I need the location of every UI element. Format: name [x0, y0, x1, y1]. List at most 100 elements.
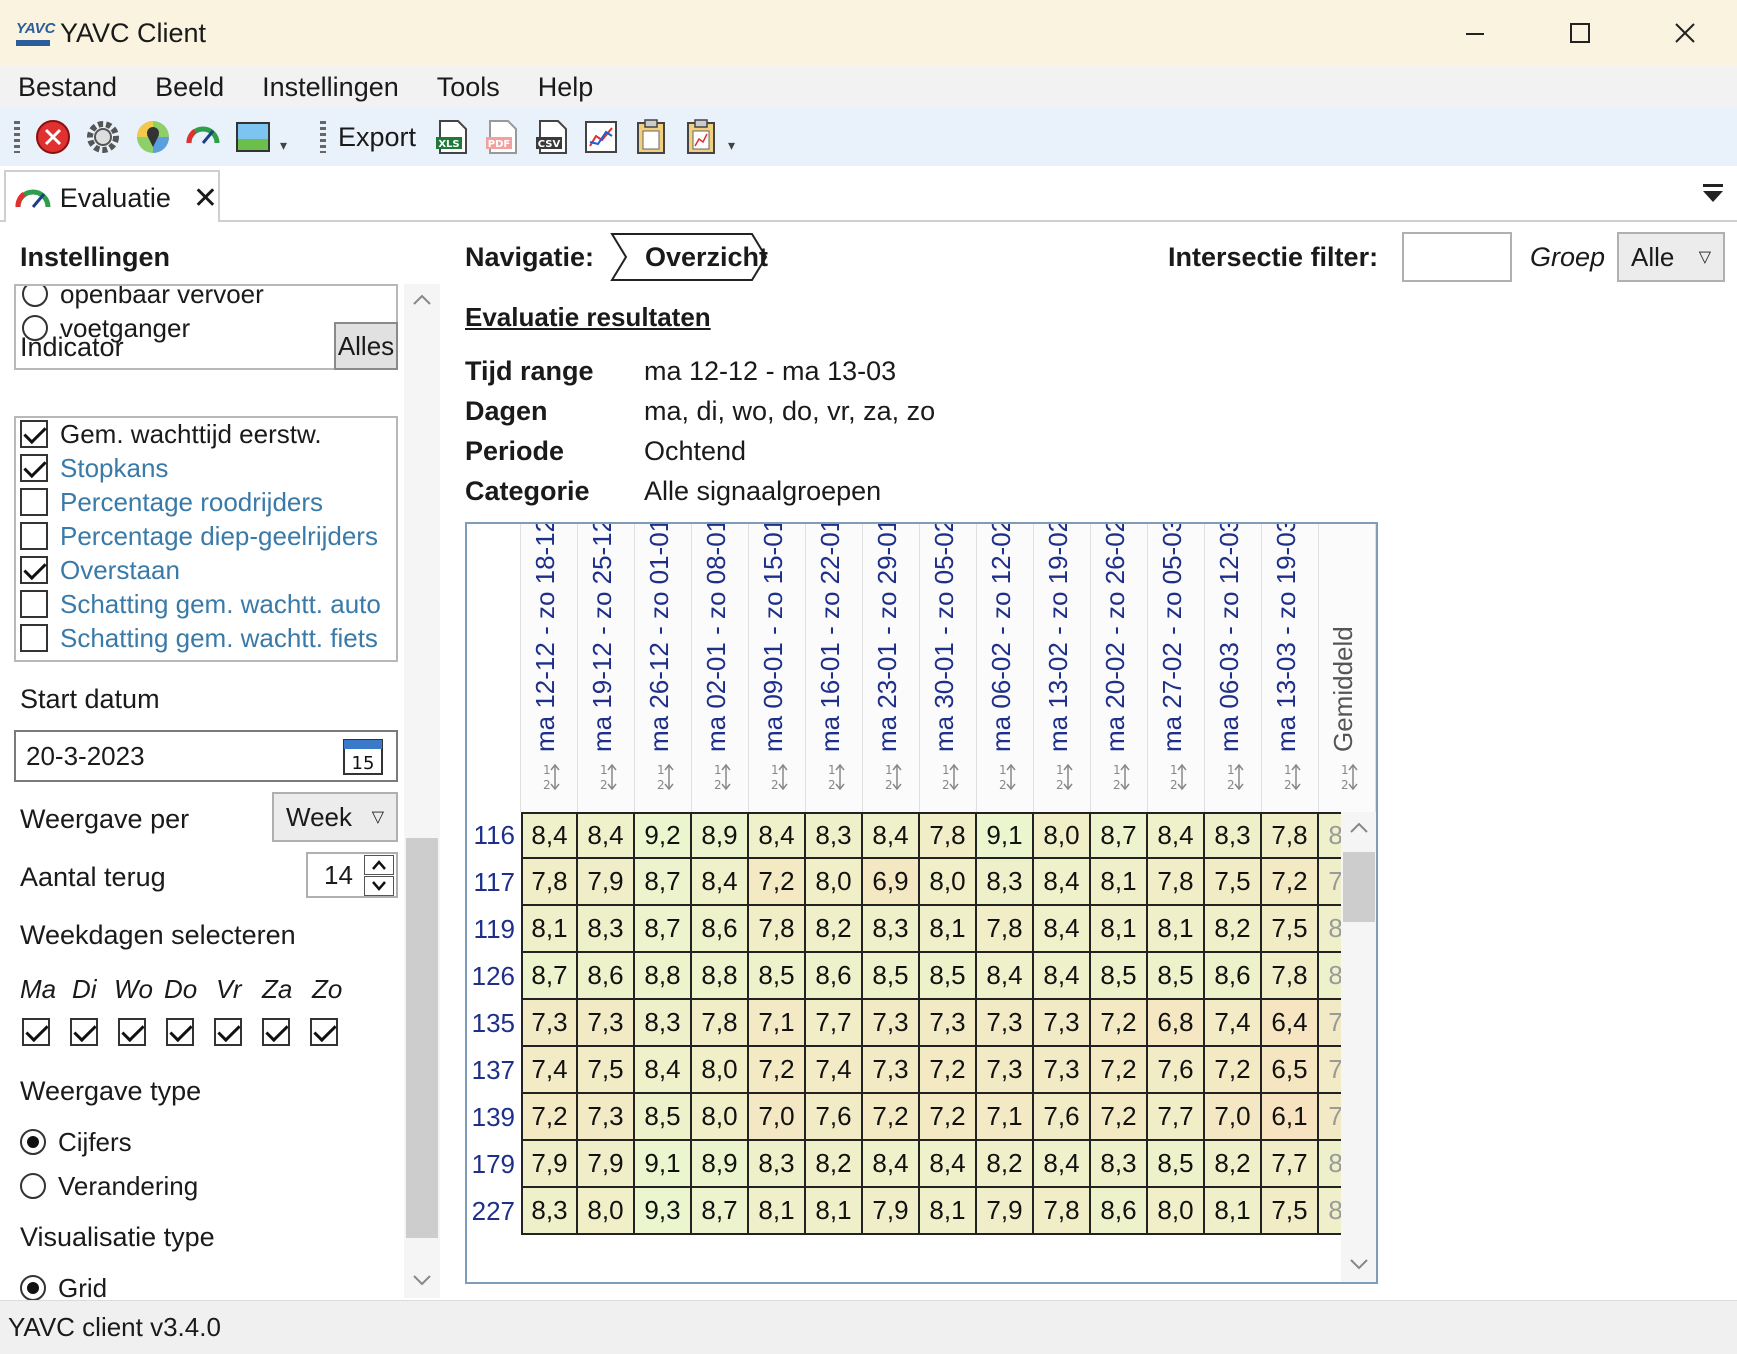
- sort-icon[interactable]: 12: [535, 762, 563, 796]
- close-window-button[interactable]: [1632, 0, 1737, 66]
- grid-cell[interactable]: 8,0: [1148, 1188, 1205, 1235]
- grid-scroll-thumb[interactable]: [1343, 852, 1375, 922]
- grid-cell[interactable]: 7,8: [1262, 953, 1319, 1000]
- radio-button[interactable]: [22, 286, 48, 307]
- scroll-up-icon[interactable]: [412, 294, 432, 306]
- sort-icon[interactable]: 12: [1048, 762, 1076, 796]
- grid-cell[interactable]: 8,5: [635, 1094, 692, 1141]
- grid-cell[interactable]: 8,4: [578, 812, 635, 859]
- grid-cell[interactable]: 8,4: [1034, 1141, 1091, 1188]
- grid-cell[interactable]: 7,2: [749, 859, 806, 906]
- grid-cell[interactable]: 7,2: [749, 1047, 806, 1094]
- grid-cell[interactable]: 7,8: [521, 859, 578, 906]
- grid-cell[interactable]: 8,7: [635, 906, 692, 953]
- grid-cell[interactable]: 8,3: [749, 1141, 806, 1188]
- grid-cell[interactable]: 8,3: [1091, 1141, 1148, 1188]
- grid-cell[interactable]: 8,1: [521, 906, 578, 953]
- grid-cell[interactable]: 7,3: [578, 1094, 635, 1141]
- grid-cell[interactable]: 7,2: [1091, 1094, 1148, 1141]
- toolbar-overflow-icon-2[interactable]: ▾: [728, 121, 744, 154]
- row-id[interactable]: 126: [467, 953, 519, 999]
- grid-cell[interactable]: 7,4: [1205, 1000, 1262, 1047]
- grid-scrollbar[interactable]: [1341, 812, 1376, 1282]
- weekday-checkbox-wo[interactable]: [118, 1018, 146, 1046]
- grid-cell[interactable]: 7,3: [1034, 1047, 1091, 1094]
- grid-cell[interactable]: 7,5: [578, 1047, 635, 1094]
- grid-cell[interactable]: 7,7: [1148, 1094, 1205, 1141]
- grid-cell[interactable]: 8,7: [1091, 812, 1148, 859]
- grid-cell[interactable]: 8,9: [692, 1141, 749, 1188]
- grid-cell[interactable]: 8,6: [1091, 1188, 1148, 1235]
- grid-cell[interactable]: 6,1: [1262, 1094, 1319, 1141]
- row-id[interactable]: 139: [467, 1094, 519, 1140]
- radio-button[interactable]: [20, 1173, 46, 1199]
- grid-cell[interactable]: 8,4: [521, 812, 578, 859]
- column-header[interactable]: ma 09-01 - zo 15-01 1 2: [749, 524, 806, 812]
- grid-cell[interactable]: 8,6: [578, 953, 635, 1000]
- grid-cell[interactable]: 7,0: [749, 1094, 806, 1141]
- indicator-item[interactable]: Gem. wachttijd eerstw.: [20, 418, 322, 450]
- tab-close-icon[interactable]: ✕: [193, 181, 218, 216]
- grid-cell[interactable]: 7,2: [521, 1094, 578, 1141]
- row-id[interactable]: 117: [467, 859, 519, 905]
- column-header[interactable]: ma 26-12 - zo 01-01 1 2: [635, 524, 692, 812]
- grid-cell[interactable]: 8,4: [1034, 953, 1091, 1000]
- sort-icon[interactable]: 12: [649, 762, 677, 796]
- checkbox[interactable]: [20, 624, 48, 652]
- grid-cell[interactable]: 8,7: [692, 1188, 749, 1235]
- grid-cell[interactable]: 8,2: [1205, 906, 1262, 953]
- grid-cell[interactable]: 8,3: [578, 906, 635, 953]
- grid-cell[interactable]: 8,9: [692, 812, 749, 859]
- radio-button[interactable]: [20, 1275, 46, 1300]
- grid-cell[interactable]: 8,4: [1148, 812, 1205, 859]
- stepper-down-button[interactable]: [364, 876, 394, 896]
- column-header[interactable]: ma 06-03 - zo 12-03 1 2: [1205, 524, 1262, 812]
- grid-cell[interactable]: 7,3: [1034, 1000, 1091, 1047]
- settings-scrollbar[interactable]: [404, 284, 440, 1298]
- grid-cell[interactable]: 7,3: [521, 1000, 578, 1047]
- sort-icon[interactable]: 12: [1105, 762, 1133, 796]
- row-id[interactable]: 135: [467, 1000, 519, 1046]
- sort-icon[interactable]: 12: [991, 762, 1019, 796]
- checkbox[interactable]: [20, 522, 48, 550]
- grid-cell[interactable]: 7,2: [920, 1094, 977, 1141]
- grid-cell[interactable]: 7,8: [749, 906, 806, 953]
- export-xls-button[interactable]: XLS: [432, 118, 470, 156]
- grid-cell[interactable]: 7,9: [977, 1188, 1034, 1235]
- settings-button[interactable]: [84, 118, 122, 156]
- grid-cell[interactable]: 8,5: [920, 953, 977, 1000]
- grid-cell[interactable]: 8,2: [1205, 1141, 1262, 1188]
- indicator-item[interactable]: Schatting gem. wachtt. fiets: [20, 622, 378, 654]
- tab-evaluatie[interactable]: Evaluatie ✕: [4, 170, 220, 224]
- maximize-button[interactable]: [1527, 0, 1632, 66]
- sort-icon[interactable]: 12: [820, 762, 848, 796]
- weekday-checkbox-za[interactable]: [262, 1018, 290, 1046]
- grid-cell[interactable]: 7,4: [806, 1047, 863, 1094]
- row-id[interactable]: 119: [467, 906, 519, 952]
- vis-type-option-grid[interactable]: Grid: [20, 1272, 107, 1300]
- grid-cell[interactable]: 8,4: [1034, 906, 1091, 953]
- indicator-item[interactable]: Schatting gem. wachtt. auto: [20, 588, 381, 620]
- grid-cell[interactable]: 7,1: [977, 1094, 1034, 1141]
- stop-button[interactable]: [34, 118, 72, 156]
- menu-tools[interactable]: Tools: [437, 72, 500, 103]
- grid-cell[interactable]: 7,2: [1091, 1000, 1148, 1047]
- grid-cell[interactable]: 8,0: [578, 1188, 635, 1235]
- scroll-down-icon[interactable]: [412, 1274, 432, 1286]
- grid-cell[interactable]: 8,1: [1091, 859, 1148, 906]
- sort-icon[interactable]: 12: [1162, 762, 1190, 796]
- grid-cell[interactable]: 8,5: [1148, 1141, 1205, 1188]
- radio-button[interactable]: [20, 1129, 46, 1155]
- grid-cell[interactable]: 7,8: [1148, 859, 1205, 906]
- calendar-icon[interactable]: 15: [342, 736, 384, 776]
- toolbar-grip-2[interactable]: [320, 121, 326, 153]
- grid-cell[interactable]: 9,1: [977, 812, 1034, 859]
- grid-cell[interactable]: 8,1: [1148, 906, 1205, 953]
- column-header[interactable]: ma 06-02 - zo 12-02 1 2: [977, 524, 1034, 812]
- grid-cell[interactable]: 8,0: [1034, 812, 1091, 859]
- grid-cell[interactable]: 6,9: [863, 859, 920, 906]
- grid-cell[interactable]: 8,8: [635, 953, 692, 1000]
- column-header[interactable]: ma 16-01 - zo 22-01 1 2: [806, 524, 863, 812]
- grid-cell[interactable]: 7,2: [1091, 1047, 1148, 1094]
- grid-cell[interactable]: 7,5: [1262, 906, 1319, 953]
